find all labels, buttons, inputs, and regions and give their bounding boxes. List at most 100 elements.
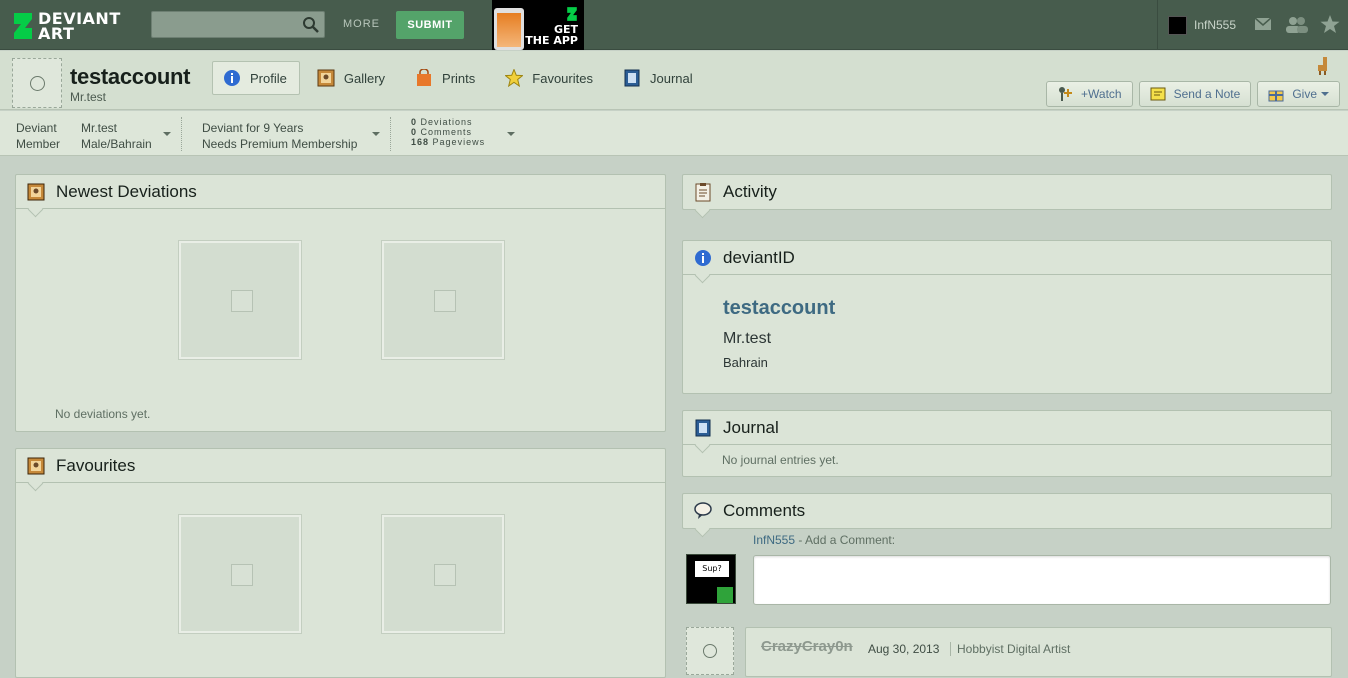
stats-summary[interactable]: 0 Deviations 0 Comments 168 Pageviews [411,117,485,147]
user-realname: Mr.test [81,121,118,135]
gallery-icon [317,69,335,87]
comment-item: CrazyCray0n Aug 30, 2013 Hobbyist Digita… [745,627,1332,677]
watch-label: +Watch [1081,87,1122,101]
membership-details[interactable]: Deviant for 9 Years Needs Premium Member… [202,120,357,152]
deviation-placeholder[interactable] [179,241,301,359]
comment-date[interactable]: Aug 30, 2013 [868,642,939,656]
deviantid-location: Bahrain [723,355,768,370]
deviant-since: Deviant for 9 Years [202,121,304,135]
more-menu[interactable]: MORE [343,18,380,30]
give-dropdown-caret-icon [1321,92,1329,96]
tab-label: Journal [649,70,693,86]
note-icon [1150,87,1166,101]
favourite-placeholder[interactable] [382,515,504,633]
send-note-button[interactable]: Send a Note [1138,81,1252,107]
panel-title: Comments [723,501,806,520]
speech-bubble-icon [694,502,712,519]
user-gender-location: Male/Bahrain [81,137,152,151]
info-icon [224,70,240,86]
profile-avatar[interactable] [12,58,62,108]
get-the-app-banner[interactable]: GET THE APP [492,0,584,50]
add-comment-header: InfN555 - Add a Comment: [753,533,895,547]
clipboard-icon [695,183,711,202]
tab-favourites[interactable]: Favourites [494,61,606,95]
watch-button[interactable]: +Watch [1046,81,1133,107]
comment-author-name[interactable]: CrazyCray0n [761,638,853,655]
tab-profile[interactable]: Profile [212,61,300,95]
image-placeholder-icon [231,564,253,586]
tab-journal[interactable]: Journal [612,61,706,95]
give-button[interactable]: Give [1257,81,1340,107]
gift-icon [1268,90,1284,102]
star-icon [505,69,524,87]
stats-caret-icon[interactable] [507,132,515,136]
search-input[interactable] [151,11,325,38]
app-text-line2: THE APP [525,34,578,47]
deviantart-logo[interactable]: DEVIANT ART [12,9,130,43]
tab-gallery[interactable]: Gallery [306,61,398,95]
user-details-caret-icon[interactable] [163,132,171,136]
member-type-line2: Member [16,137,61,151]
divider [950,642,951,656]
comment-username[interactable]: InfN555 [753,533,795,547]
give-label: Give [1292,87,1317,101]
comment-author-avatar[interactable] [686,627,734,675]
panel-title: Newest Deviations [56,181,197,201]
current-username[interactable]: InfN555 [1194,18,1236,32]
deviantid-username[interactable]: testaccount [723,297,835,320]
panel-title: Favourites [56,455,136,475]
avatar-speech-text: Sup? [695,561,729,577]
image-placeholder-icon [434,290,456,312]
profile-username[interactable]: testaccount [70,64,190,90]
deviantart-z-icon [14,13,32,39]
activity-panel: Activity [682,174,1332,210]
user-details[interactable]: Mr.test Male/Bahrain [81,120,152,152]
tab-label: Prints [442,70,476,86]
stat-pageviews: 168 Pageviews [411,137,486,147]
info-icon [695,249,711,266]
divider [390,117,391,151]
default-avatar-icon [30,76,45,91]
image-placeholder-icon [434,564,456,586]
stat-comments: 0 Comments [411,127,473,137]
tab-label: Favourites [532,70,593,86]
divider [181,117,182,151]
commenter-avatar[interactable]: Sup? [686,554,736,604]
journal-icon [695,419,711,436]
tab-label: Gallery [343,70,386,86]
user-menu[interactable]: InfN555 [1157,0,1348,50]
mail-icon[interactable] [1253,15,1273,33]
app-artwork [497,13,521,47]
panel-title: Activity [723,182,777,201]
friends-icon[interactable] [1284,15,1308,33]
search-icon[interactable] [302,16,319,33]
comment-textarea[interactable] [753,555,1331,605]
tab-label: Profile [250,70,287,86]
journal-icon [624,69,640,87]
default-avatar-icon [703,644,717,658]
image-placeholder-icon [231,290,253,312]
comments-panel: Comments [682,493,1332,529]
favourite-placeholder[interactable] [179,515,301,633]
journal-panel: Journal No journal entries yet. [682,410,1332,477]
submit-button[interactable]: SUBMIT [396,11,464,39]
llama-badge-icon[interactable] [1316,56,1330,76]
gallery-frame-icon [27,457,45,474]
deviation-placeholder[interactable] [382,241,504,359]
profile-tabs: Profile Gallery Prints Favourites Journa… [212,61,712,95]
membership-caret-icon[interactable] [372,132,380,136]
send-note-label: Send a Note [1173,87,1241,101]
no-journal-message: No journal entries yet. [722,453,839,467]
member-type-line1: Deviant [16,121,57,135]
gallery-frame-icon [27,183,45,200]
profile-tagline: Mr.test [70,90,107,104]
app-z-icon [567,7,577,21]
panel-title: Journal [723,417,779,437]
tab-prints[interactable]: Prints [404,61,488,95]
logo-text-line2: ART [38,24,75,43]
favourites-star-icon[interactable] [1320,15,1340,33]
user-avatar[interactable] [1168,16,1187,35]
deviantid-panel: deviantID testaccount Mr.test Bahrain [682,240,1332,394]
panel-title: deviantID [723,247,795,267]
profile-info-bar: Deviant Member Mr.test Male/Bahrain Devi… [0,111,1348,156]
